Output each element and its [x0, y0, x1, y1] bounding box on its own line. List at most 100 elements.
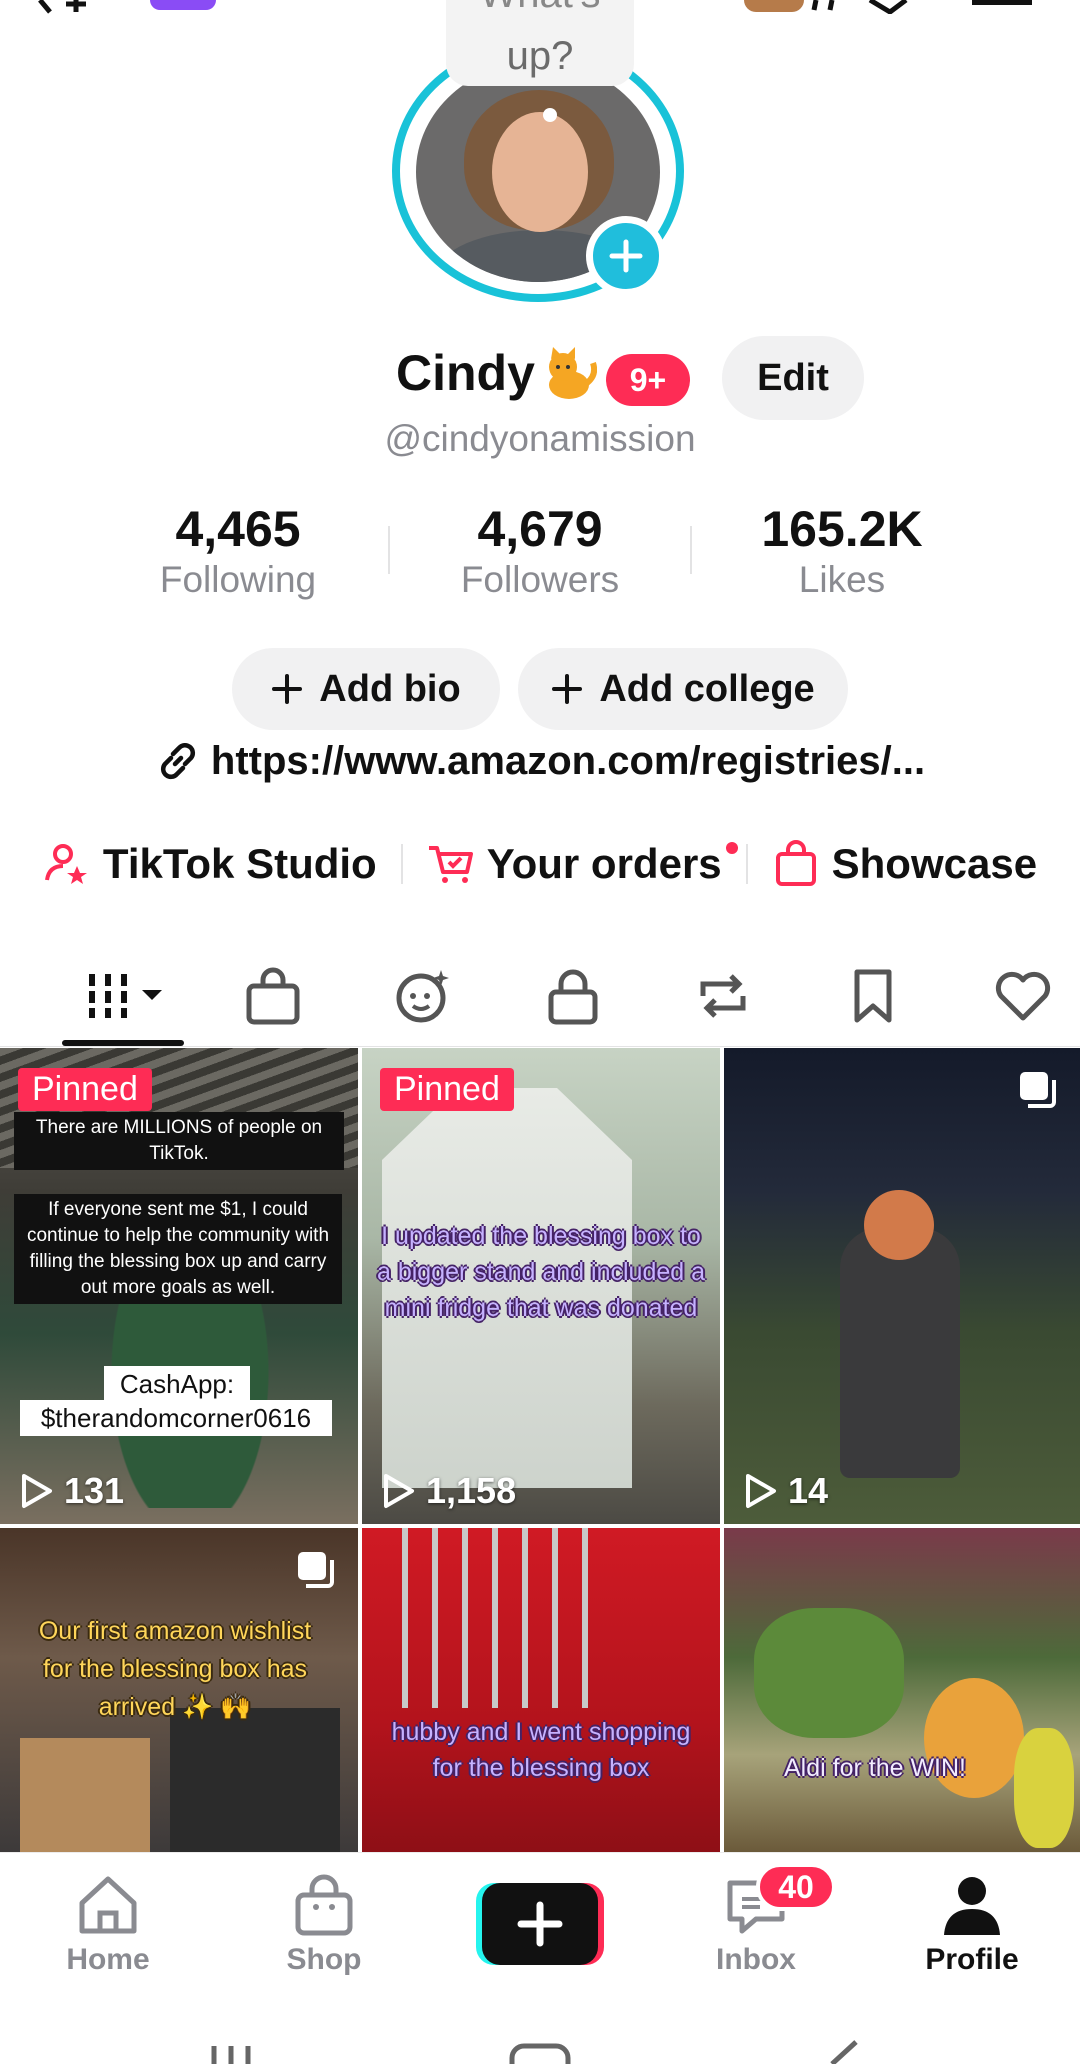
edit-profile-button[interactable]: Edit [722, 336, 864, 420]
amazon-box [20, 1738, 150, 1852]
video-caption: There are MILLIONS of people on TikTok. [14, 1112, 344, 1170]
video-tile[interactable]: 14 [724, 1048, 1080, 1524]
content-tabs [0, 950, 1080, 1042]
tab-videos[interactable] [50, 950, 200, 1042]
nav-shop[interactable]: Shop [234, 1873, 414, 1977]
profile-name: Cindy [396, 345, 535, 401]
edit-pencil-icon[interactable] [810, 0, 910, 14]
photo-carousel-icon [298, 1552, 334, 1588]
link-icon [160, 742, 195, 780]
story-avatar[interactable] [744, 0, 804, 12]
pinned-badge: Pinned [18, 1068, 152, 1111]
back-button-icon[interactable] [820, 2040, 860, 2064]
tool-label: Your orders [486, 840, 722, 887]
nav-home[interactable]: Home [18, 1873, 198, 1977]
bottom-navigation: Home Shop Inbox 40 Profile [0, 1852, 1080, 2003]
add-bio-label: Add bio [319, 667, 461, 710]
recent-apps-icon[interactable] [206, 2044, 256, 2064]
profile-icon [944, 1877, 1000, 1935]
video-tile[interactable]: hubby and I went shopping for the blessi… [362, 1528, 720, 1852]
menu-icon[interactable] [972, 0, 1032, 5]
view-count-value: 14 [788, 1470, 829, 1511]
stat-value: 165.2K [761, 501, 923, 557]
video-caption: Our first amazon wishlist for the blessi… [38, 1617, 312, 1721]
profile-link[interactable]: https://www.amazon.com/registries/... [0, 738, 1080, 784]
child-head [864, 1190, 934, 1260]
nav-label: Inbox [716, 1943, 796, 1976]
plus-icon [272, 674, 303, 704]
storage-bin [170, 1708, 340, 1852]
tab-favorites[interactable] [798, 950, 948, 1042]
home-icon [79, 1876, 137, 1934]
tabs-divider [0, 1046, 1080, 1047]
lock-icon [548, 969, 598, 1025]
status-bubble-line2: up? [506, 34, 574, 78]
play-icon [746, 1474, 776, 1508]
tab-ai-self[interactable] [348, 950, 498, 1042]
plus-icon [552, 674, 583, 704]
bananas [1014, 1728, 1074, 1848]
nav-profile[interactable]: Profile [882, 1873, 1062, 1977]
status-bubble[interactable]: What's up? [446, 0, 634, 86]
tab-reposts[interactable] [648, 950, 798, 1042]
shop-icon [295, 1874, 353, 1936]
video-tile[interactable]: Pinned I updated the blessing box to a b… [362, 1048, 720, 1524]
video-tile[interactable]: Aldi for the WIN! [724, 1528, 1080, 1852]
video-caption: I updated the blessing box to a bigger s… [376, 1222, 706, 1322]
bag-icon [775, 840, 816, 886]
video-tile[interactable]: Our first amazon wishlist for the blessi… [0, 1528, 358, 1852]
ai-face-icon [396, 970, 449, 1023]
add-college-button[interactable]: Add college [518, 648, 848, 730]
play-icon [22, 1474, 52, 1508]
inbox-badge: 40 [756, 1863, 836, 1911]
stat-value: 4,465 [175, 501, 301, 557]
tool-label: Showcase [831, 840, 1038, 887]
tab-liked[interactable] [948, 950, 1080, 1042]
showcase-button[interactable]: Showcase [748, 840, 1061, 888]
video-tile[interactable]: Pinned There are MILLIONS of people on T… [0, 1048, 358, 1524]
stat-label: Likes [798, 559, 886, 600]
repost-icon [700, 974, 746, 1018]
create-video-button[interactable] [476, 1883, 604, 1965]
add-story-button[interactable] [586, 216, 666, 296]
add-bio-button[interactable]: Add bio [232, 648, 500, 730]
bubble-tail [543, 108, 557, 122]
cart-icon [428, 846, 473, 883]
view-count-value: 131 [64, 1470, 125, 1511]
tiktok-studio-button[interactable]: TikTok Studio [19, 840, 401, 888]
heart-icon [995, 971, 1051, 1021]
stat-following[interactable]: 4,465 Following [88, 500, 388, 602]
stat-followers[interactable]: 4,679 Followers [390, 500, 690, 602]
nav-label: Profile [925, 1943, 1019, 1976]
cashapp-label: CashApp: [104, 1366, 250, 1402]
cat-emoji-icon [548, 347, 597, 399]
stat-likes[interactable]: 165.2K Likes [692, 500, 992, 602]
photo-carousel-icon [1020, 1072, 1056, 1108]
system-navigation-bar [0, 2002, 1080, 2064]
bookmark-icon [854, 969, 892, 1023]
orders-notification-dot [725, 842, 738, 854]
plus-icon [609, 239, 643, 273]
cart-bars [402, 1528, 602, 1708]
pinned-badge: Pinned [380, 1068, 514, 1111]
add-friend-icon[interactable] [36, 0, 96, 14]
cashapp-handle: $therandomcorner0616 [20, 1400, 332, 1436]
greens [754, 1608, 904, 1738]
stat-value: 4,679 [477, 501, 603, 557]
video-caption: If everyone sent me $1, I could continue… [14, 1194, 342, 1304]
tab-shop[interactable] [198, 950, 348, 1042]
your-orders-button[interactable]: Your orders [403, 840, 746, 888]
child-figure [840, 1228, 960, 1478]
home-button-icon[interactable] [508, 2042, 572, 2064]
stat-label: Followers [460, 559, 620, 600]
videos-grid-icon [89, 974, 162, 1018]
creator-badge-icon[interactable] [150, 0, 216, 10]
tab-private[interactable] [498, 950, 648, 1042]
notification-badge[interactable]: 9+ [606, 354, 690, 406]
profile-name-row: Cindy [396, 344, 597, 402]
status-bubble-line1: What's [446, 0, 634, 16]
stat-label: Following [159, 559, 317, 600]
video-caption: Aldi for the WIN! [784, 1754, 966, 1782]
video-caption: hubby and I went shopping for the blessi… [391, 1718, 691, 1782]
view-count: 14 [744, 1470, 828, 1512]
